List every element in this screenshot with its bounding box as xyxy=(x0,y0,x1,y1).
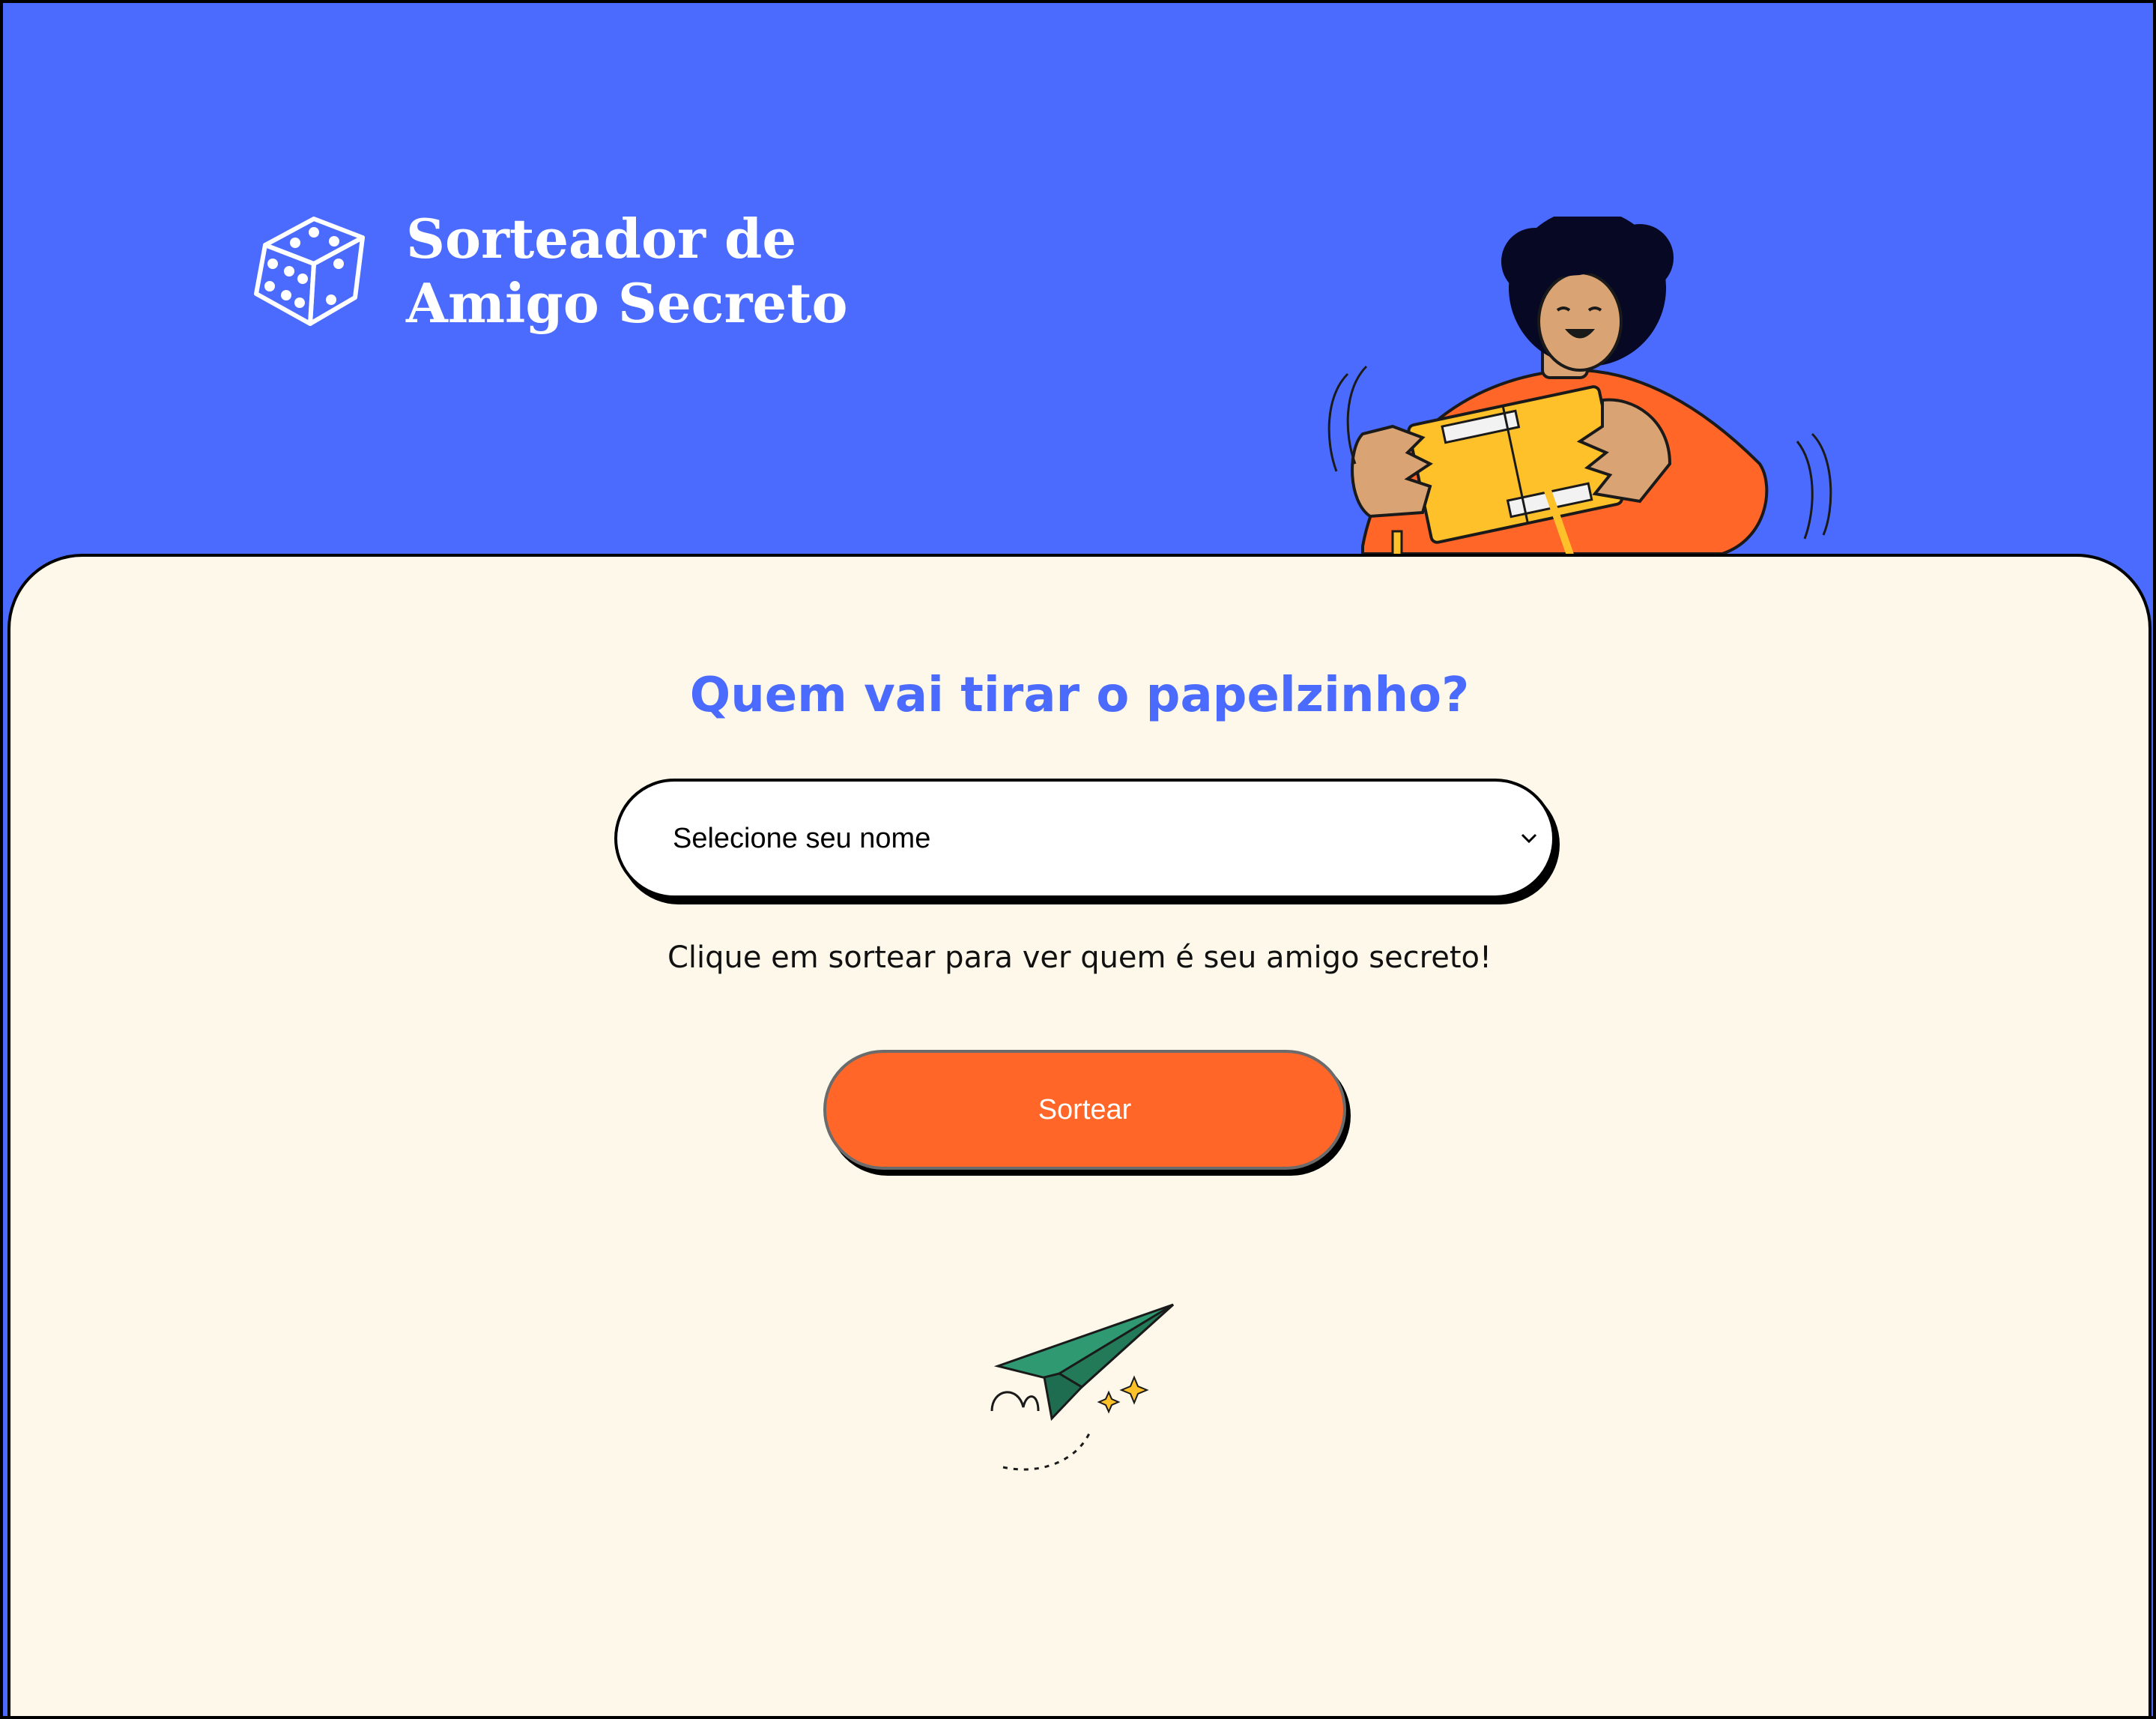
person-with-gift-illustration xyxy=(1327,217,1832,606)
paper-plane-illustration xyxy=(990,1303,1175,1471)
name-select[interactable]: Selecione seu nome xyxy=(614,779,1555,898)
logo: Sorteador de Amigo Secreto xyxy=(250,207,848,336)
page: Sorteador de Amigo Secreto Quem vai tira… xyxy=(0,0,2156,1719)
dice-icon xyxy=(254,217,365,326)
logo-line-1: Sorteador de xyxy=(406,207,797,271)
logo-line-2: Amigo Secreto xyxy=(406,271,848,335)
main-card: Quem vai tirar o papelzinho? Selecione s… xyxy=(7,554,2152,1716)
name-select-value: Selecione seu nome xyxy=(673,822,931,854)
chevron-down-icon xyxy=(1521,833,1537,844)
logo-text: Sorteador de Amigo Secreto xyxy=(406,207,848,336)
draw-button[interactable]: Sortear xyxy=(823,1050,1346,1170)
page-title: Quem vai tirar o papelzinho? xyxy=(689,668,1470,723)
hint-text: Clique em sortear para ver quem é seu am… xyxy=(667,940,1492,975)
